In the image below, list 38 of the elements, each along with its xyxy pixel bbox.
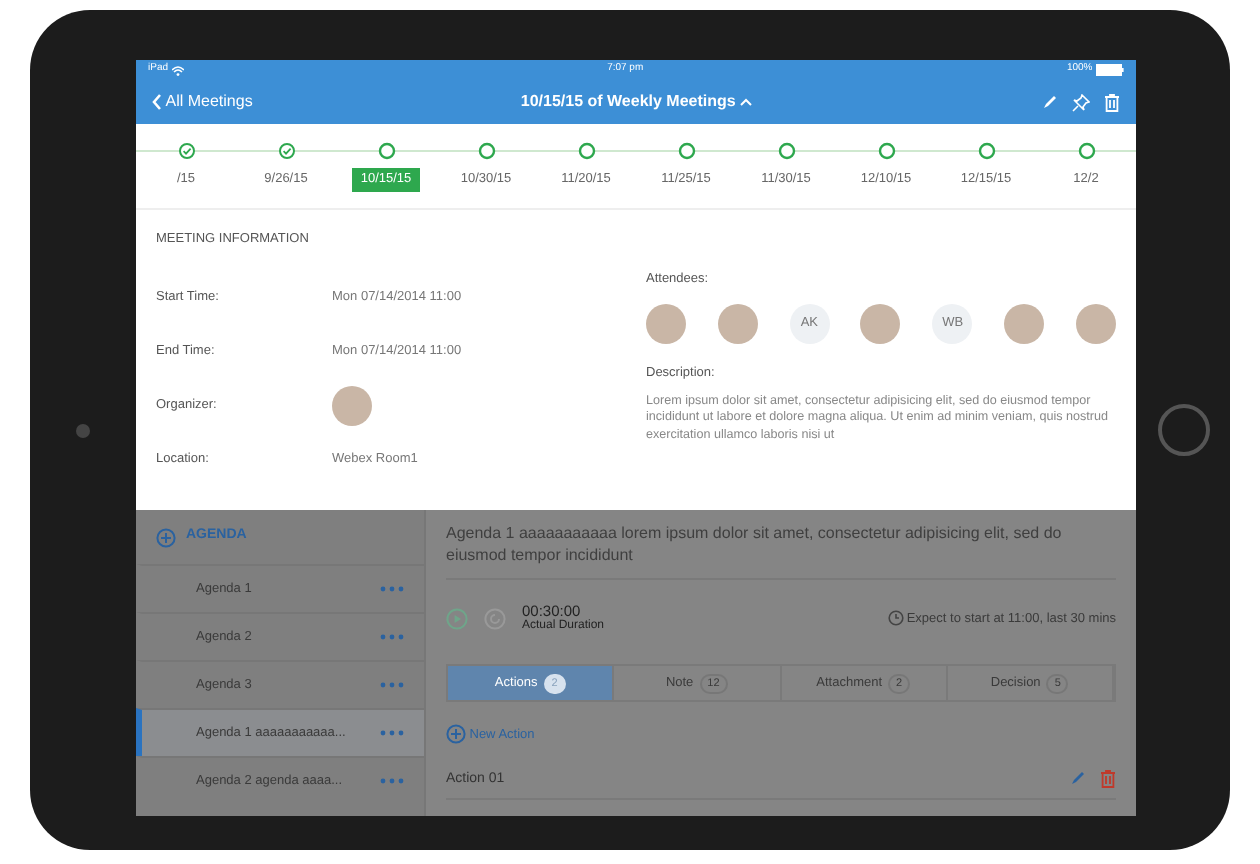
caret-up-icon [739, 98, 752, 106]
avatar-placeholder[interactable] [646, 303, 686, 344]
avatar-placeholder[interactable] [717, 303, 758, 344]
circle-icon[interactable] [777, 142, 795, 160]
avatar-placeholder[interactable] [332, 385, 372, 425]
more-icon[interactable] [380, 778, 404, 784]
add-circle-icon[interactable] [446, 724, 466, 745]
more-icon[interactable] [380, 634, 404, 640]
circle-icon[interactable] [677, 142, 695, 160]
edit-icon[interactable] [1070, 770, 1086, 787]
add-circle-icon[interactable] [156, 527, 176, 547]
circle-icon[interactable] [977, 142, 995, 160]
home-button[interactable] [1157, 404, 1209, 456]
circle-icon[interactable] [477, 142, 495, 160]
avatar-placeholder[interactable] [1004, 303, 1045, 344]
wifi-icon [171, 65, 184, 75]
circle-icon[interactable] [577, 142, 595, 160]
play-icon[interactable] [446, 607, 468, 630]
more-icon[interactable] [380, 586, 404, 592]
camera-icon [76, 423, 90, 437]
circle-icon[interactable] [877, 142, 895, 160]
avatar-placeholder[interactable] [1075, 303, 1116, 344]
meeting-title-dropdown[interactable]: 10/15/15 of Weekly Meetings [520, 90, 752, 114]
back-chevron-icon [152, 94, 162, 110]
agenda-title: Agenda 1 aaaaaaaaaaa lorem ipsum dolor sit amet, consectetur adipisicing elit, sed do eiusmod tempor incididunt [446, 522, 1116, 581]
check-circle-icon[interactable] [177, 142, 195, 160]
clock-icon [887, 610, 904, 627]
circle-icon[interactable] [377, 142, 395, 160]
circle-icon[interactable] [1077, 142, 1095, 160]
more-icon[interactable] [380, 682, 404, 688]
edit-icon[interactable] [1042, 94, 1058, 110]
back-link[interactable]: All Meetings [152, 90, 253, 114]
battery-icon [1095, 64, 1124, 76]
more-icon[interactable] [380, 730, 404, 736]
pin-icon[interactable] [1072, 93, 1090, 111]
trash-icon[interactable] [1100, 770, 1116, 789]
check-circle-icon[interactable] [277, 142, 295, 160]
avatar-placeholder[interactable] [860, 303, 901, 344]
